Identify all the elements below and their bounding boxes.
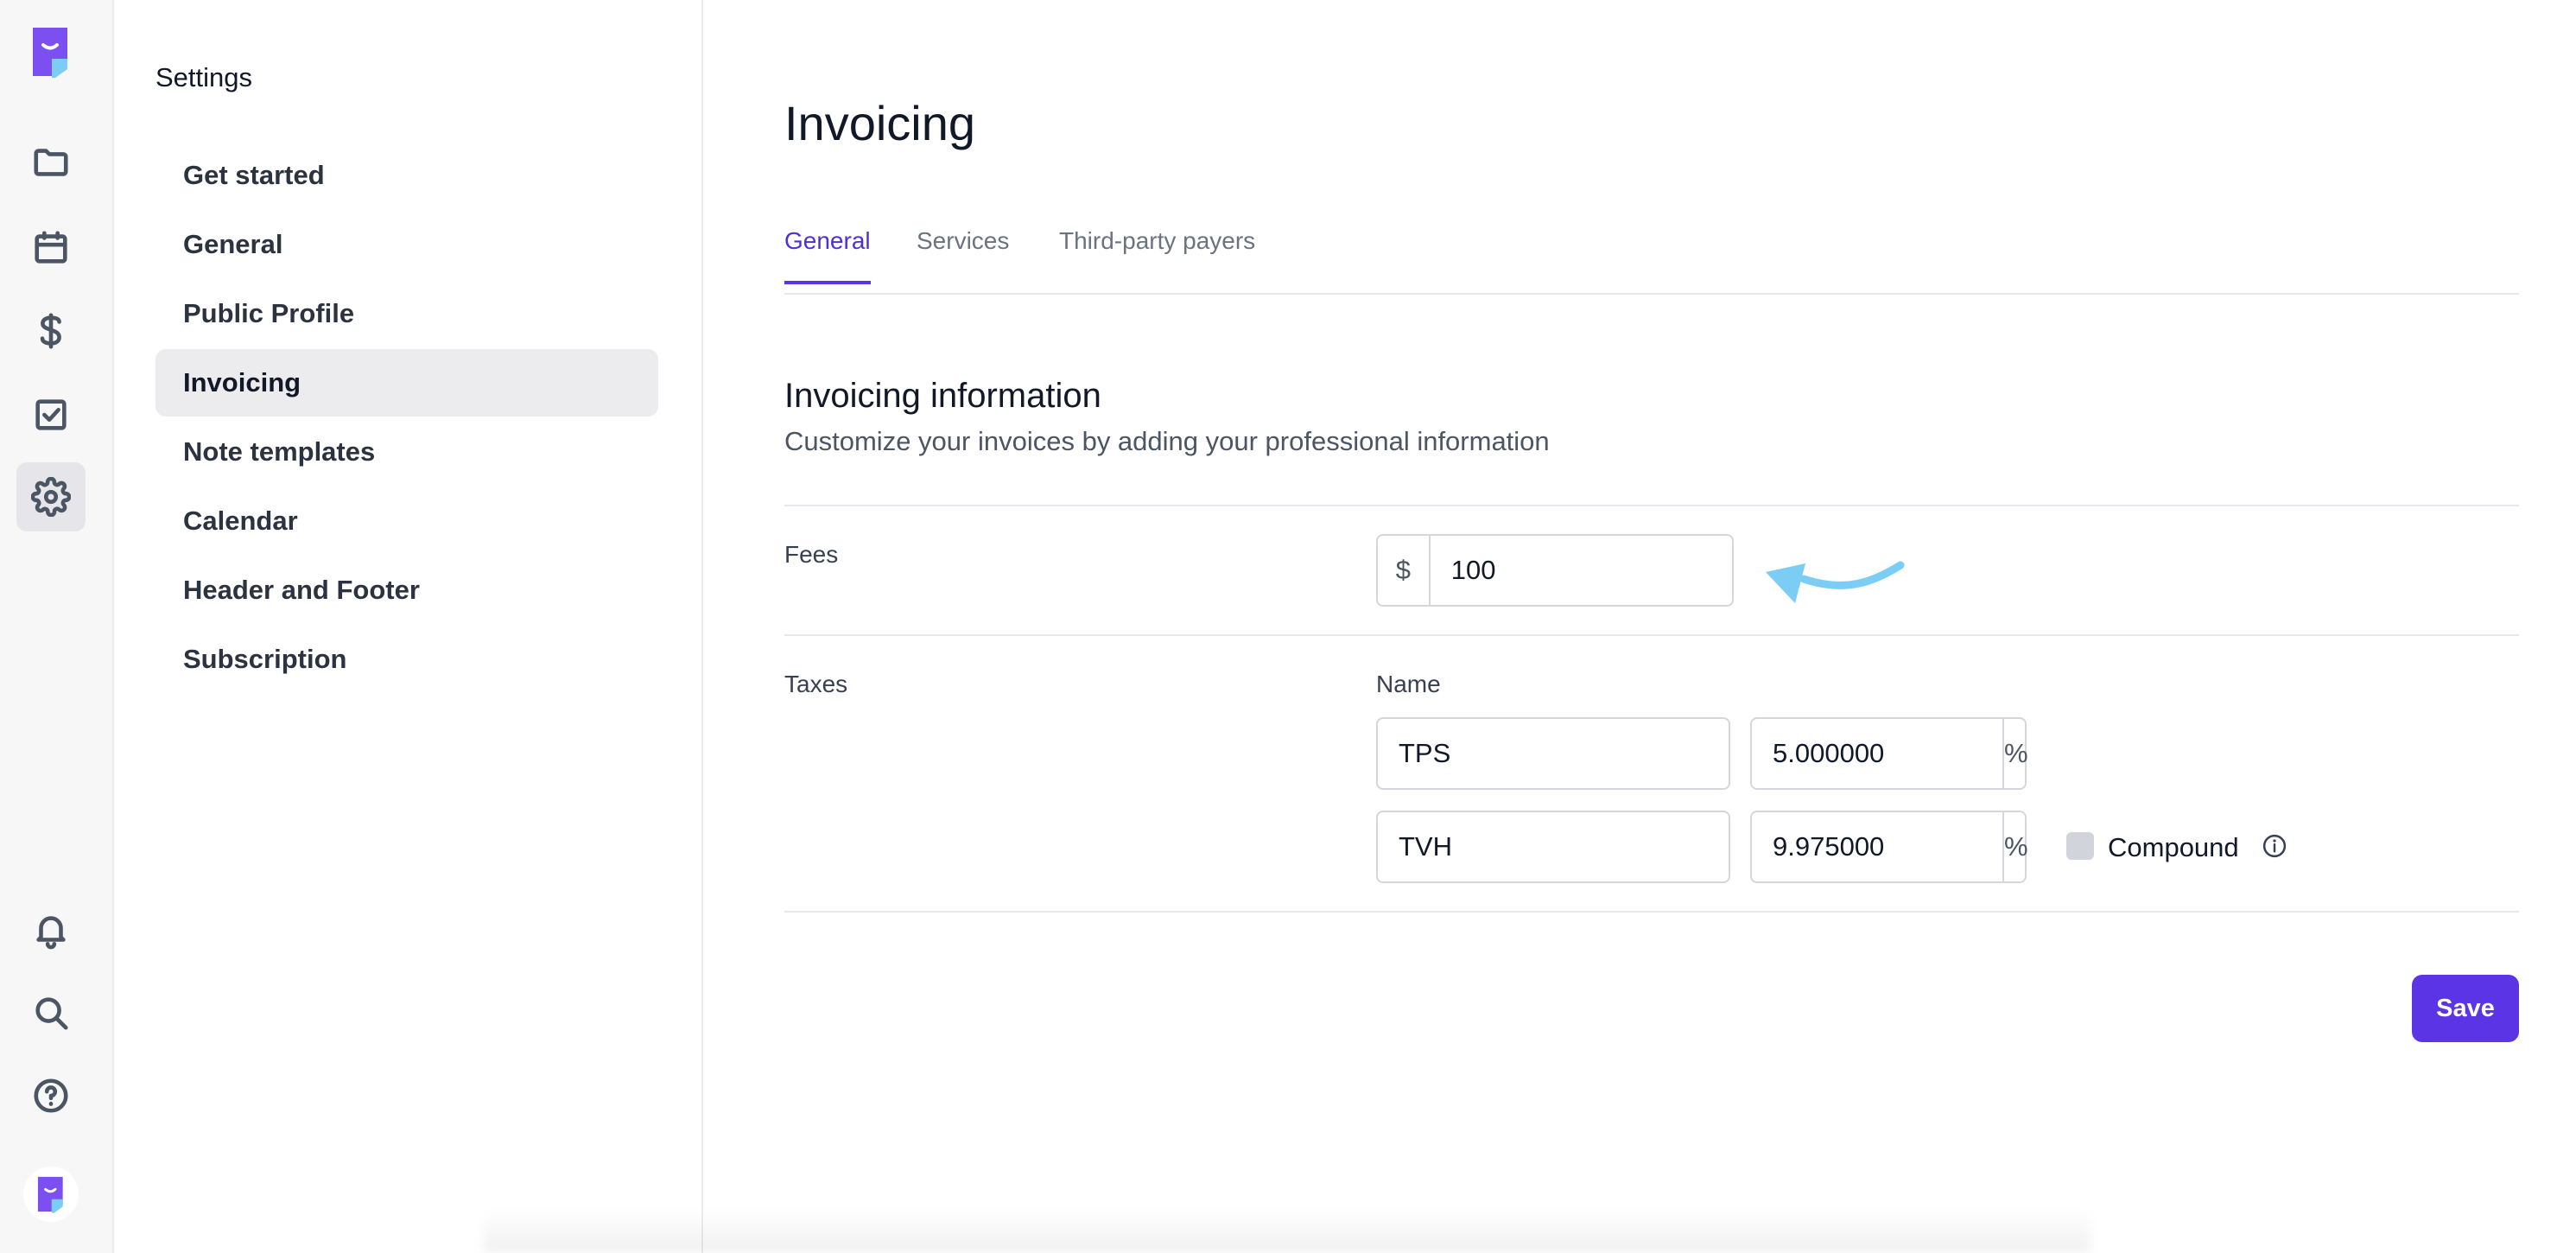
dollar-icon[interactable]: [16, 296, 86, 366]
page-title: Invoicing: [784, 96, 976, 150]
tax-rate-field: %: [1750, 811, 2028, 883]
save-button[interactable]: Save: [2412, 975, 2519, 1042]
taxes-label: Taxes: [784, 671, 848, 697]
avatar[interactable]: [23, 1167, 79, 1222]
divider: [784, 911, 2519, 913]
sidebar-item-general[interactable]: General: [155, 211, 658, 278]
app-rail: [0, 0, 114, 1253]
tax-rate-input[interactable]: [1752, 831, 2002, 862]
currency-addon: $: [1378, 536, 1431, 605]
divider: [784, 634, 2519, 636]
search-icon[interactable]: [16, 978, 86, 1047]
tax-rate-input[interactable]: [1752, 738, 2002, 769]
sidebar-item-note-templates[interactable]: Note templates: [155, 418, 658, 486]
sidebar-item-calendar[interactable]: Calendar: [155, 487, 658, 555]
section-subtitle: Customize your invoices by adding your p…: [784, 426, 1550, 456]
sidebar-item-get-started[interactable]: Get started: [155, 142, 658, 209]
compound-label: Compound: [2108, 832, 2239, 862]
sidebar-item-subscription[interactable]: Subscription: [155, 626, 658, 693]
folder-icon[interactable]: [16, 128, 86, 197]
tax-name-input[interactable]: [1378, 831, 1729, 862]
tax-rate-field: %: [1750, 717, 2028, 790]
compound-checkbox[interactable]: [2066, 832, 2094, 860]
tab-general[interactable]: General: [784, 227, 871, 284]
tax-name-input[interactable]: [1378, 738, 1729, 769]
info-icon[interactable]: [2262, 833, 2287, 859]
settings-title: Settings: [155, 62, 253, 92]
sidebar-item-public-profile[interactable]: Public Profile: [155, 280, 658, 347]
gear-icon[interactable]: [16, 462, 86, 531]
main-content: Invoicing General Services Third-party p…: [784, 0, 2519, 1253]
calendar-icon[interactable]: [16, 213, 86, 283]
tab-bar: General Services Third-party payers: [784, 220, 2519, 295]
tax-name-field: [1376, 717, 1730, 790]
tab-services[interactable]: Services: [917, 227, 1009, 281]
fees-field: $: [1376, 534, 1734, 607]
sidebar-item-header-and-footer[interactable]: Header and Footer: [155, 557, 658, 624]
tax-name-field: [1376, 811, 1730, 883]
percent-addon: %: [2002, 719, 2028, 788]
tab-third-party-payers[interactable]: Third-party payers: [1059, 227, 1255, 281]
fees-label: Fees: [784, 541, 839, 568]
bottom-shadow: [484, 1210, 2091, 1253]
section-title: Invoicing information: [784, 377, 1101, 415]
divider: [784, 505, 2519, 506]
checkbox-icon[interactable]: [16, 380, 86, 449]
help-icon[interactable]: [16, 1061, 86, 1130]
fees-input[interactable]: [1430, 555, 1732, 586]
app-logo[interactable]: [29, 24, 73, 80]
percent-addon: %: [2002, 812, 2028, 881]
sidebar-item-invoicing[interactable]: Invoicing: [155, 349, 658, 417]
settings-sidebar: Settings Get started General Public Prof…: [114, 0, 703, 1253]
bell-icon[interactable]: [16, 895, 86, 964]
tax-name-header: Name: [1376, 671, 1441, 697]
arrow-annotation-icon: [1766, 561, 1905, 603]
settings-menu: Get started General Public Profile Invoi…: [155, 142, 658, 695]
